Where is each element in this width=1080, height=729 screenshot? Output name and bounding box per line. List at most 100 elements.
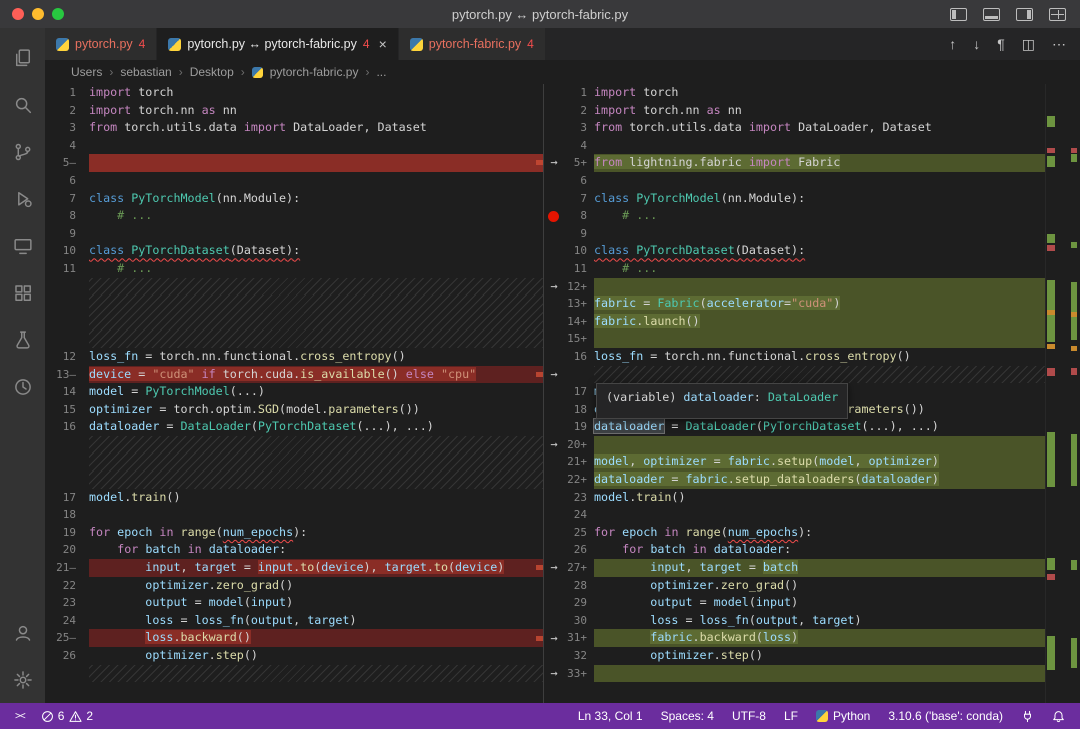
tab-close-button[interactable]: ×: [379, 37, 387, 51]
line-number[interactable]: 15+: [564, 330, 594, 348]
line-number[interactable]: 9: [564, 225, 594, 243]
breadcrumb-item[interactable]: sebastian: [120, 65, 171, 79]
line-number[interactable]: 16: [564, 348, 594, 366]
code-line[interactable]: 13+fabric = Fabric(accelerator="cuda"): [564, 295, 1045, 313]
settings-icon[interactable]: [0, 656, 45, 703]
line-number[interactable]: 21+: [564, 453, 594, 471]
line-number[interactable]: 4: [45, 137, 89, 155]
code-line[interactable]: 22 optimizer.zero_grad(): [45, 577, 543, 595]
code-line[interactable]: 4: [564, 137, 1045, 155]
code-line[interactable]: 9: [564, 225, 1045, 243]
code-line[interactable]: 30 loss = loss_fn(output, target): [564, 612, 1045, 630]
code-line[interactable]: 18: [45, 506, 543, 524]
line-number[interactable]: 25—: [45, 629, 89, 647]
code-line[interactable]: [564, 366, 1045, 384]
minimize-button[interactable]: [32, 8, 44, 20]
code-line[interactable]: [45, 453, 543, 471]
breadcrumb-more[interactable]: ...: [376, 65, 386, 79]
code-line[interactable]: 13—device = "cuda" if torch.cuda.is_avai…: [45, 366, 543, 384]
python-interpreter[interactable]: 3.10.6 ('base': conda): [883, 709, 1008, 723]
line-number[interactable]: 10: [45, 242, 89, 260]
line-number[interactable]: 20+: [564, 436, 594, 454]
code-line[interactable]: [45, 665, 543, 683]
code-line[interactable]: 21+model, optimizer = fabric.setup(model…: [564, 453, 1045, 471]
code-line[interactable]: 21— input, target = input.to(device), ta…: [45, 559, 543, 577]
plug-indicator[interactable]: [1016, 710, 1039, 723]
modified-editor-pane[interactable]: 1import torch2import torch.nn as nn3from…: [564, 84, 1045, 703]
line-number[interactable]: 2: [45, 102, 89, 120]
line-number[interactable]: 26: [564, 541, 594, 559]
code-line[interactable]: 15optimizer = torch.optim.SGD(model.para…: [45, 401, 543, 419]
code-line[interactable]: 27+ input, target = batch: [564, 559, 1045, 577]
code-line[interactable]: 24: [564, 506, 1045, 524]
line-number[interactable]: 24: [45, 612, 89, 630]
line-number[interactable]: 23: [45, 594, 89, 612]
code-line[interactable]: 12+: [564, 278, 1045, 296]
editor-tab-3[interactable]: pytorch-fabric.py4: [399, 28, 546, 60]
line-number[interactable]: 6: [564, 172, 594, 190]
code-line[interactable]: 8 # ...: [564, 207, 1045, 225]
code-line[interactable]: 26 optimizer.step(): [45, 647, 543, 665]
code-line[interactable]: 16dataloader = DataLoader(PyTorchDataset…: [45, 418, 543, 436]
code-line[interactable]: 17model.train(): [45, 489, 543, 507]
language-mode[interactable]: Python: [811, 709, 875, 723]
line-number[interactable]: 19: [45, 524, 89, 542]
zoom-button[interactable]: [52, 8, 64, 20]
line-number[interactable]: [45, 313, 89, 331]
original-editor-pane[interactable]: 1import torch2import torch.nn as nn3from…: [45, 84, 543, 703]
code-line[interactable]: 2import torch.nn as nn: [45, 102, 543, 120]
line-number[interactable]: [45, 330, 89, 348]
line-number[interactable]: 22: [45, 577, 89, 595]
line-number[interactable]: 1: [45, 84, 89, 102]
diff-change-arrow[interactable]: →: [544, 630, 564, 648]
extensions-icon[interactable]: [0, 269, 45, 316]
code-line[interactable]: 9: [45, 225, 543, 243]
line-number[interactable]: 23: [564, 489, 594, 507]
diff-change-arrow[interactable]: →: [544, 559, 564, 577]
line-number[interactable]: 11: [45, 260, 89, 278]
indentation[interactable]: Spaces: 4: [656, 709, 719, 723]
line-number[interactable]: [45, 665, 89, 683]
code-line[interactable]: 6: [45, 172, 543, 190]
diff-change-arrow[interactable]: →: [544, 436, 564, 454]
diff-change-arrow[interactable]: →: [544, 665, 564, 683]
code-line[interactable]: 8 # ...: [45, 207, 543, 225]
code-line[interactable]: 1import torch: [564, 84, 1045, 102]
next-change-icon[interactable]: ↓: [973, 37, 980, 51]
code-line[interactable]: 19dataloader = DataLoader(PyTorchDataset…: [564, 418, 1045, 436]
line-number[interactable]: 21—: [45, 559, 89, 577]
line-number[interactable]: 5—: [45, 154, 89, 172]
line-number[interactable]: 17: [45, 489, 89, 507]
code-line[interactable]: 14+fabric.launch(): [564, 313, 1045, 331]
code-line[interactable]: 23model.train(): [564, 489, 1045, 507]
toggle-panel-icon[interactable]: [983, 8, 1000, 21]
line-number[interactable]: 32: [564, 647, 594, 665]
minimap[interactable]: [1045, 84, 1080, 703]
line-number[interactable]: 28: [564, 577, 594, 595]
code-line[interactable]: 31+ fabric.backward(loss): [564, 629, 1045, 647]
code-line[interactable]: 23 output = model(input): [45, 594, 543, 612]
line-number[interactable]: 3: [45, 119, 89, 137]
code-line[interactable]: 15+: [564, 330, 1045, 348]
testing-icon[interactable]: [0, 316, 45, 363]
encoding[interactable]: UTF-8: [727, 709, 771, 723]
editor-tab-1[interactable]: pytorch.py4: [45, 28, 157, 60]
code-line[interactable]: 20 for batch in dataloader:: [45, 541, 543, 559]
line-number[interactable]: 7: [564, 190, 594, 208]
code-line[interactable]: 11 # ...: [564, 260, 1045, 278]
toggle-primary-sidebar-icon[interactable]: [950, 8, 967, 21]
breadcrumb-file[interactable]: pytorch-fabric.py: [270, 65, 359, 79]
code-line[interactable]: 20+: [564, 436, 1045, 454]
code-line[interactable]: 4: [45, 137, 543, 155]
remote-explorer-icon[interactable]: [0, 222, 45, 269]
code-line[interactable]: 2import torch.nn as nn: [564, 102, 1045, 120]
code-line[interactable]: [45, 295, 543, 313]
code-line[interactable]: 29 output = model(input): [564, 594, 1045, 612]
code-line[interactable]: 24 loss = loss_fn(output, target): [45, 612, 543, 630]
explorer-icon[interactable]: [0, 34, 45, 81]
line-number[interactable]: 25: [564, 524, 594, 542]
eol[interactable]: LF: [779, 709, 803, 723]
line-number[interactable]: 12: [45, 348, 89, 366]
code-line[interactable]: 12loss_fn = torch.nn.functional.cross_en…: [45, 348, 543, 366]
problems-status[interactable]: 6 2: [36, 709, 98, 723]
